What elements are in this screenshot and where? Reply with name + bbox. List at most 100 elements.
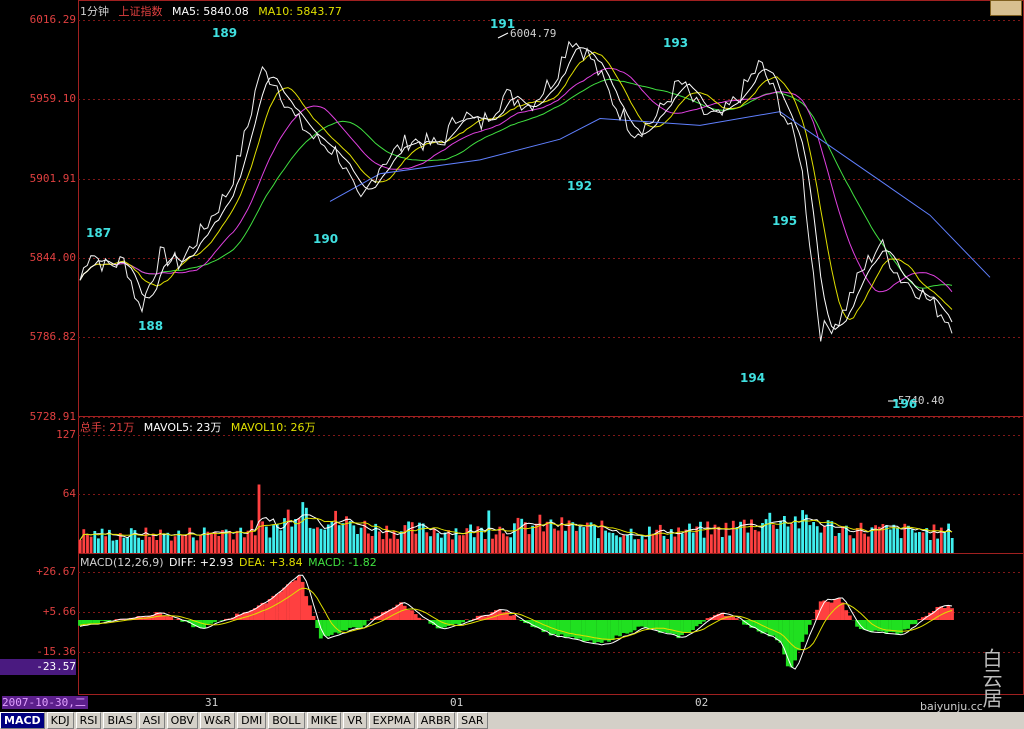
price-tick: 6016.29 xyxy=(29,13,76,26)
tab-macd[interactable]: MACD xyxy=(0,712,45,729)
volume-bar xyxy=(859,522,863,553)
volume-bar xyxy=(410,522,414,553)
volume-bar xyxy=(97,538,100,553)
macd-bar xyxy=(592,620,597,643)
tab-obv[interactable]: OBV xyxy=(166,712,198,729)
watermark: 白云居 baiyunju.cc xyxy=(920,648,1020,713)
tab-expma[interactable]: EXPMA xyxy=(368,712,415,729)
macd-bar xyxy=(687,620,692,633)
indicator-tab-bar: MACD KDJ RSI BIAS ASI OBV W&R DMI BOLL M… xyxy=(0,712,1024,729)
macd-bar xyxy=(205,620,210,625)
volume-bar xyxy=(367,533,370,553)
volume-bar xyxy=(129,528,133,553)
tab-boll[interactable]: BOLL xyxy=(268,712,305,729)
volume-bar xyxy=(523,522,527,553)
volume-bar xyxy=(863,533,866,553)
tab-bias[interactable]: BIAS xyxy=(103,712,137,729)
macd-bar xyxy=(89,620,93,624)
volume-bar xyxy=(399,531,403,553)
macd-bar xyxy=(508,615,513,620)
window-controls-icon[interactable] xyxy=(990,0,1022,16)
tab-sar[interactable]: SAR xyxy=(457,712,488,729)
wave-label: 196 xyxy=(892,397,918,411)
price-tick: 5901.91 xyxy=(29,172,76,185)
x-axis-label: 31 xyxy=(205,696,219,709)
index-name: 上证指数 xyxy=(118,5,163,18)
tab-asi[interactable]: ASI xyxy=(138,712,165,729)
volume-bar xyxy=(184,534,188,553)
macd-bar xyxy=(362,620,367,626)
volume-bar xyxy=(432,528,436,553)
volume-bar xyxy=(202,527,206,553)
macd-bar xyxy=(632,620,637,631)
macd-bar xyxy=(213,620,217,623)
macd-bar xyxy=(537,620,542,629)
volume-bar xyxy=(181,535,184,553)
volume-bar xyxy=(888,529,892,553)
tab-mike[interactable]: MIKE xyxy=(306,712,342,729)
macd-bar xyxy=(837,598,841,620)
volume-bar xyxy=(724,522,728,553)
volume-bar xyxy=(928,540,932,553)
wave-label: 188 xyxy=(138,319,164,333)
volume-bar xyxy=(848,535,852,553)
volume-bar xyxy=(731,520,735,553)
volume-bar xyxy=(637,539,640,553)
macd-bar xyxy=(731,616,735,620)
macd-bar xyxy=(512,615,517,620)
volume-bar xyxy=(228,530,232,553)
volume-bar xyxy=(348,521,352,553)
wave-label: 187 xyxy=(86,226,112,240)
macd-series xyxy=(78,574,954,670)
tab-arbr[interactable]: ARBR xyxy=(416,712,456,729)
volume-bar xyxy=(819,532,823,553)
macd-bar xyxy=(946,605,951,620)
volume-bar xyxy=(403,525,407,553)
volume-bar xyxy=(425,532,429,553)
volume-bar xyxy=(950,538,954,553)
macd-bar xyxy=(818,601,823,620)
macd-bar xyxy=(567,620,571,637)
tab-kdj[interactable]: KDJ xyxy=(46,712,74,729)
volume-bar xyxy=(651,533,655,553)
macd-bar xyxy=(822,600,827,620)
volume-bar xyxy=(801,510,804,553)
volume-bar xyxy=(618,537,622,553)
macd-bar xyxy=(198,620,203,628)
price-series xyxy=(79,32,991,402)
volume-bar xyxy=(279,530,283,553)
volume-bar xyxy=(560,517,564,553)
macd-panel-title: MACD(12,26,9) DIFF: +2.93 DEA: +3.84 MAC… xyxy=(80,556,383,569)
tab-rsi[interactable]: RSI xyxy=(75,712,102,729)
volume-bar xyxy=(378,531,381,553)
volume-bar xyxy=(264,526,268,553)
volume-bar xyxy=(126,537,129,553)
volume-bar xyxy=(717,526,721,553)
macd-bar xyxy=(778,620,783,643)
tab-wr[interactable]: W&R xyxy=(199,712,236,729)
volume-bar xyxy=(615,535,618,553)
wave-label: 189 xyxy=(212,26,238,40)
volume-bars xyxy=(78,484,954,553)
volume-bar xyxy=(257,484,261,553)
tab-vr[interactable]: VR xyxy=(343,712,367,729)
volume-bar xyxy=(545,521,549,553)
macd-bar xyxy=(775,620,779,641)
chart-canvas[interactable] xyxy=(0,0,1024,712)
volume-bar xyxy=(589,522,593,553)
macd-bar xyxy=(355,620,360,628)
volume-bar xyxy=(443,532,447,553)
volume-bar xyxy=(596,538,600,553)
macd-bar xyxy=(629,620,633,633)
volume-bar xyxy=(786,526,790,553)
macd-bar xyxy=(344,620,349,631)
volume-bar xyxy=(170,540,173,553)
macd-bar xyxy=(734,618,739,620)
volume-bar xyxy=(217,536,221,553)
tab-dmi[interactable]: DMI xyxy=(237,712,267,729)
volume-bar xyxy=(104,536,108,553)
macd-bar xyxy=(636,620,641,627)
volume-bar xyxy=(841,526,845,553)
ma5-line xyxy=(79,47,953,331)
volume-bar xyxy=(808,525,812,553)
